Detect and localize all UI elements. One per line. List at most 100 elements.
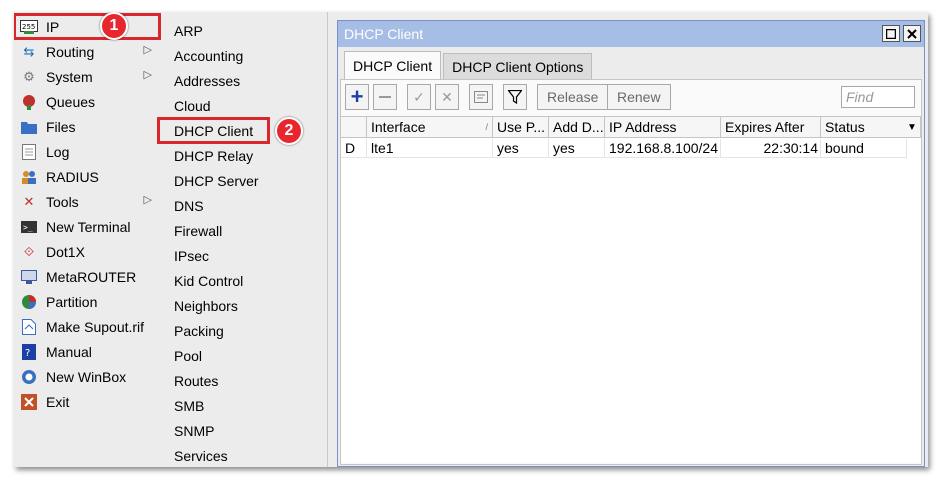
menu-item-new-terminal[interactable]: >_ New Terminal	[14, 214, 160, 239]
tools-icon: ✕	[23, 193, 35, 209]
book-icon: ?	[20, 343, 38, 360]
column-header-expires-after[interactable]: Expires After	[721, 117, 821, 138]
renew-button[interactable]: Renew	[607, 84, 671, 110]
routing-icon: ⇆	[23, 43, 35, 59]
column-menu-icon[interactable]: ▼	[904, 117, 920, 137]
maximize-button[interactable]	[882, 25, 900, 42]
window-tabs: DHCP Client DHCP Client Options	[344, 51, 594, 79]
winbox-icon	[20, 369, 38, 385]
svg-text:?: ?	[25, 348, 30, 359]
log-icon	[20, 143, 38, 160]
close-icon	[907, 28, 917, 39]
dhcp-client-table: Interface / Use P... Add D... IP Address…	[341, 116, 921, 462]
window-title: DHCP Client	[344, 26, 424, 42]
ip-submenu: ARP Accounting Addresses Cloud DHCP Clie…	[157, 12, 328, 467]
column-header-interface[interactable]: Interface /	[367, 117, 493, 138]
minus-icon	[379, 96, 391, 98]
row-interface[interactable]: lte1	[367, 139, 493, 158]
menu-item-routing[interactable]: ⇆ Routing ▷	[14, 39, 160, 64]
row-add-default-route[interactable]: yes	[549, 139, 605, 158]
dot1x-icon: ⟐	[23, 243, 35, 259]
menu-item-dot1x[interactable]: ⟐ Dot1X	[14, 239, 160, 264]
submenu-item-packing[interactable]: Packing	[162, 318, 328, 343]
row-expires-after[interactable]: 22:30:14	[721, 139, 821, 158]
column-header-add-default-route[interactable]: Add D...	[549, 117, 605, 138]
users-icon	[20, 169, 38, 185]
menu-item-manual[interactable]: ? Manual	[14, 339, 160, 364]
gear-icon: ⚙	[23, 68, 35, 84]
filter-button[interactable]	[503, 84, 527, 110]
submenu-item-pool[interactable]: Pool	[162, 343, 328, 368]
enable-button[interactable]: ✓	[407, 84, 431, 110]
comment-button[interactable]	[469, 84, 493, 110]
submenu-item-smb[interactable]: SMB	[162, 393, 328, 418]
metarouter-icon	[20, 269, 38, 285]
submenu-item-cloud[interactable]: Cloud	[162, 93, 328, 118]
svg-text:>_: >_	[23, 223, 33, 232]
menu-item-system[interactable]: ⚙ System ▷	[14, 64, 160, 89]
disable-button[interactable]: ✕	[435, 84, 459, 110]
winbox-frame: 255 IP ⇆ Routing ▷ ⚙ System ▷ Queues Fil…	[14, 12, 928, 467]
submenu-item-dhcp-server[interactable]: DHCP Server	[162, 168, 328, 193]
chevron-right-icon: ▷	[143, 44, 152, 56]
column-header-flag[interactable]	[341, 117, 367, 138]
submenu-item-services[interactable]: Services	[162, 443, 328, 467]
release-button[interactable]: Release	[537, 84, 609, 110]
svg-text:255: 255	[22, 23, 35, 31]
close-button[interactable]	[903, 25, 921, 42]
comment-icon	[474, 91, 488, 103]
submenu-item-arp[interactable]: ARP	[162, 18, 328, 43]
document-icon	[20, 318, 38, 335]
menu-item-radius[interactable]: RADIUS	[14, 164, 160, 189]
column-header-status[interactable]: Status ▼	[821, 117, 921, 138]
disable-x-icon: ✕	[441, 88, 453, 105]
submenu-item-dhcp-relay[interactable]: DHCP Relay	[162, 143, 328, 168]
menu-item-exit[interactable]: Exit	[14, 389, 160, 414]
window-titlebar[interactable]: DHCP Client	[338, 21, 924, 47]
queues-icon	[20, 94, 38, 110]
tab-dhcp-client-options[interactable]: DHCP Client Options	[443, 53, 593, 79]
menu-item-new-winbox[interactable]: New WinBox	[14, 364, 160, 389]
ip-icon: 255	[20, 19, 38, 35]
row-ip-address[interactable]: 192.168.8.100/24	[605, 139, 721, 158]
step-badge-1: 1	[100, 12, 128, 40]
sort-icon: /	[485, 122, 488, 132]
menu-item-queues[interactable]: Queues	[14, 89, 160, 114]
submenu-item-accounting[interactable]: Accounting	[162, 43, 328, 68]
submenu-item-kid-control[interactable]: Kid Control	[162, 268, 328, 293]
menu-item-log[interactable]: Log	[14, 139, 160, 164]
submenu-item-snmp[interactable]: SNMP	[162, 418, 328, 443]
folder-icon	[20, 119, 38, 135]
column-header-use-peer-dns[interactable]: Use P...	[493, 117, 549, 138]
column-header-ip-address[interactable]: IP Address	[605, 117, 721, 138]
menu-item-partition[interactable]: Partition	[14, 289, 160, 314]
chevron-right-icon: ▷	[143, 194, 152, 206]
remove-button[interactable]	[373, 84, 397, 110]
submenu-item-ipsec[interactable]: IPsec	[162, 243, 328, 268]
submenu-item-neighbors[interactable]: Neighbors	[162, 293, 328, 318]
row-use-peer-dns[interactable]: yes	[493, 139, 549, 158]
add-button[interactable]: +	[345, 84, 369, 110]
terminal-icon: >_	[20, 219, 38, 235]
filter-icon	[508, 90, 522, 104]
menu-item-files[interactable]: Files	[14, 114, 160, 139]
pie-icon	[20, 294, 38, 310]
exit-icon	[20, 393, 38, 410]
submenu-item-dns[interactable]: DNS	[162, 193, 328, 218]
tab-panel: + ✓ ✕ Release Renew Find Interface / Use…	[340, 79, 922, 465]
submenu-item-addresses[interactable]: Addresses	[162, 68, 328, 93]
submenu-item-firewall[interactable]: Firewall	[162, 218, 328, 243]
menu-item-metarouter[interactable]: MetaROUTER	[14, 264, 160, 289]
step-badge-2: 2	[275, 117, 303, 145]
row-status[interactable]: bound	[821, 139, 907, 158]
row-flag[interactable]: D	[341, 139, 367, 158]
submenu-item-routes[interactable]: Routes	[162, 368, 328, 393]
find-input[interactable]: Find	[841, 86, 915, 108]
tab-dhcp-client[interactable]: DHCP Client	[344, 51, 442, 79]
menu-item-tools[interactable]: ✕ Tools ▷	[14, 189, 160, 214]
main-menu: 255 IP ⇆ Routing ▷ ⚙ System ▷ Queues Fil…	[14, 12, 161, 467]
menu-item-make-supout[interactable]: Make Supout.rif	[14, 314, 160, 339]
submenu-item-dhcp-client[interactable]: DHCP Client	[157, 117, 270, 144]
menu-item-ip[interactable]: 255 IP	[14, 13, 161, 40]
plus-icon: +	[350, 84, 364, 109]
